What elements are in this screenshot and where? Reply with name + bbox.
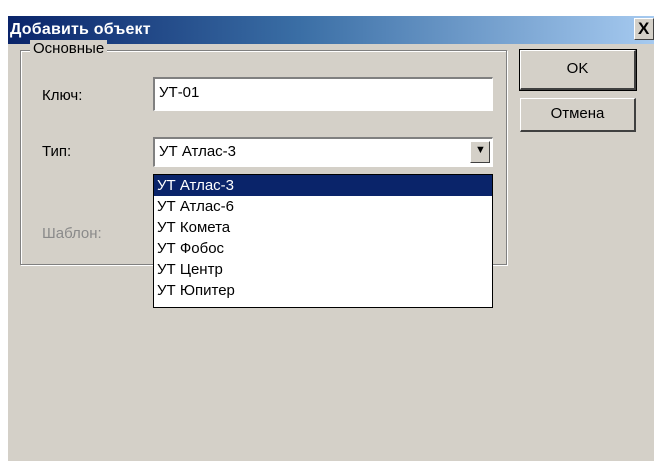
close-button[interactable]: X bbox=[634, 18, 654, 40]
dropdown-item-centr[interactable]: УТ Центр bbox=[154, 259, 492, 280]
groupbox-legend: Основные bbox=[30, 40, 108, 57]
dropdown-arrow-button[interactable]: ▼ bbox=[470, 141, 490, 163]
key-label: Ключ: bbox=[42, 87, 83, 104]
key-input[interactable]: УТ-01 bbox=[153, 77, 493, 111]
dropdown-item-kometa[interactable]: УТ Комета bbox=[154, 217, 492, 238]
chevron-down-icon: ▼ bbox=[475, 144, 486, 156]
type-label: Тип: bbox=[42, 143, 72, 160]
type-combobox[interactable]: УТ Атлас-3 ▼ bbox=[153, 137, 493, 167]
dropdown-item-yupiter[interactable]: УТ Юпитер bbox=[154, 280, 492, 301]
dropdown-item-atlas-3[interactable]: УТ Атлас-3 bbox=[154, 175, 492, 196]
type-dropdown-list: УТ Атлас-3 УТ Атлас-6 УТ Комета УТ Фобос… bbox=[153, 174, 493, 308]
dropdown-item-atlas-6[interactable]: УТ Атлас-6 bbox=[154, 196, 492, 217]
ok-button[interactable]: OK bbox=[519, 49, 637, 91]
dropdown-item-fobos[interactable]: УТ Фобос bbox=[154, 238, 492, 259]
cancel-button[interactable]: Отмена bbox=[520, 98, 636, 132]
template-label: Шаблон: bbox=[42, 225, 102, 242]
close-icon: X bbox=[638, 19, 650, 38]
dialog-title: Добавить объект bbox=[10, 21, 151, 38]
type-selected-value: УТ Атлас-3 bbox=[159, 143, 237, 160]
